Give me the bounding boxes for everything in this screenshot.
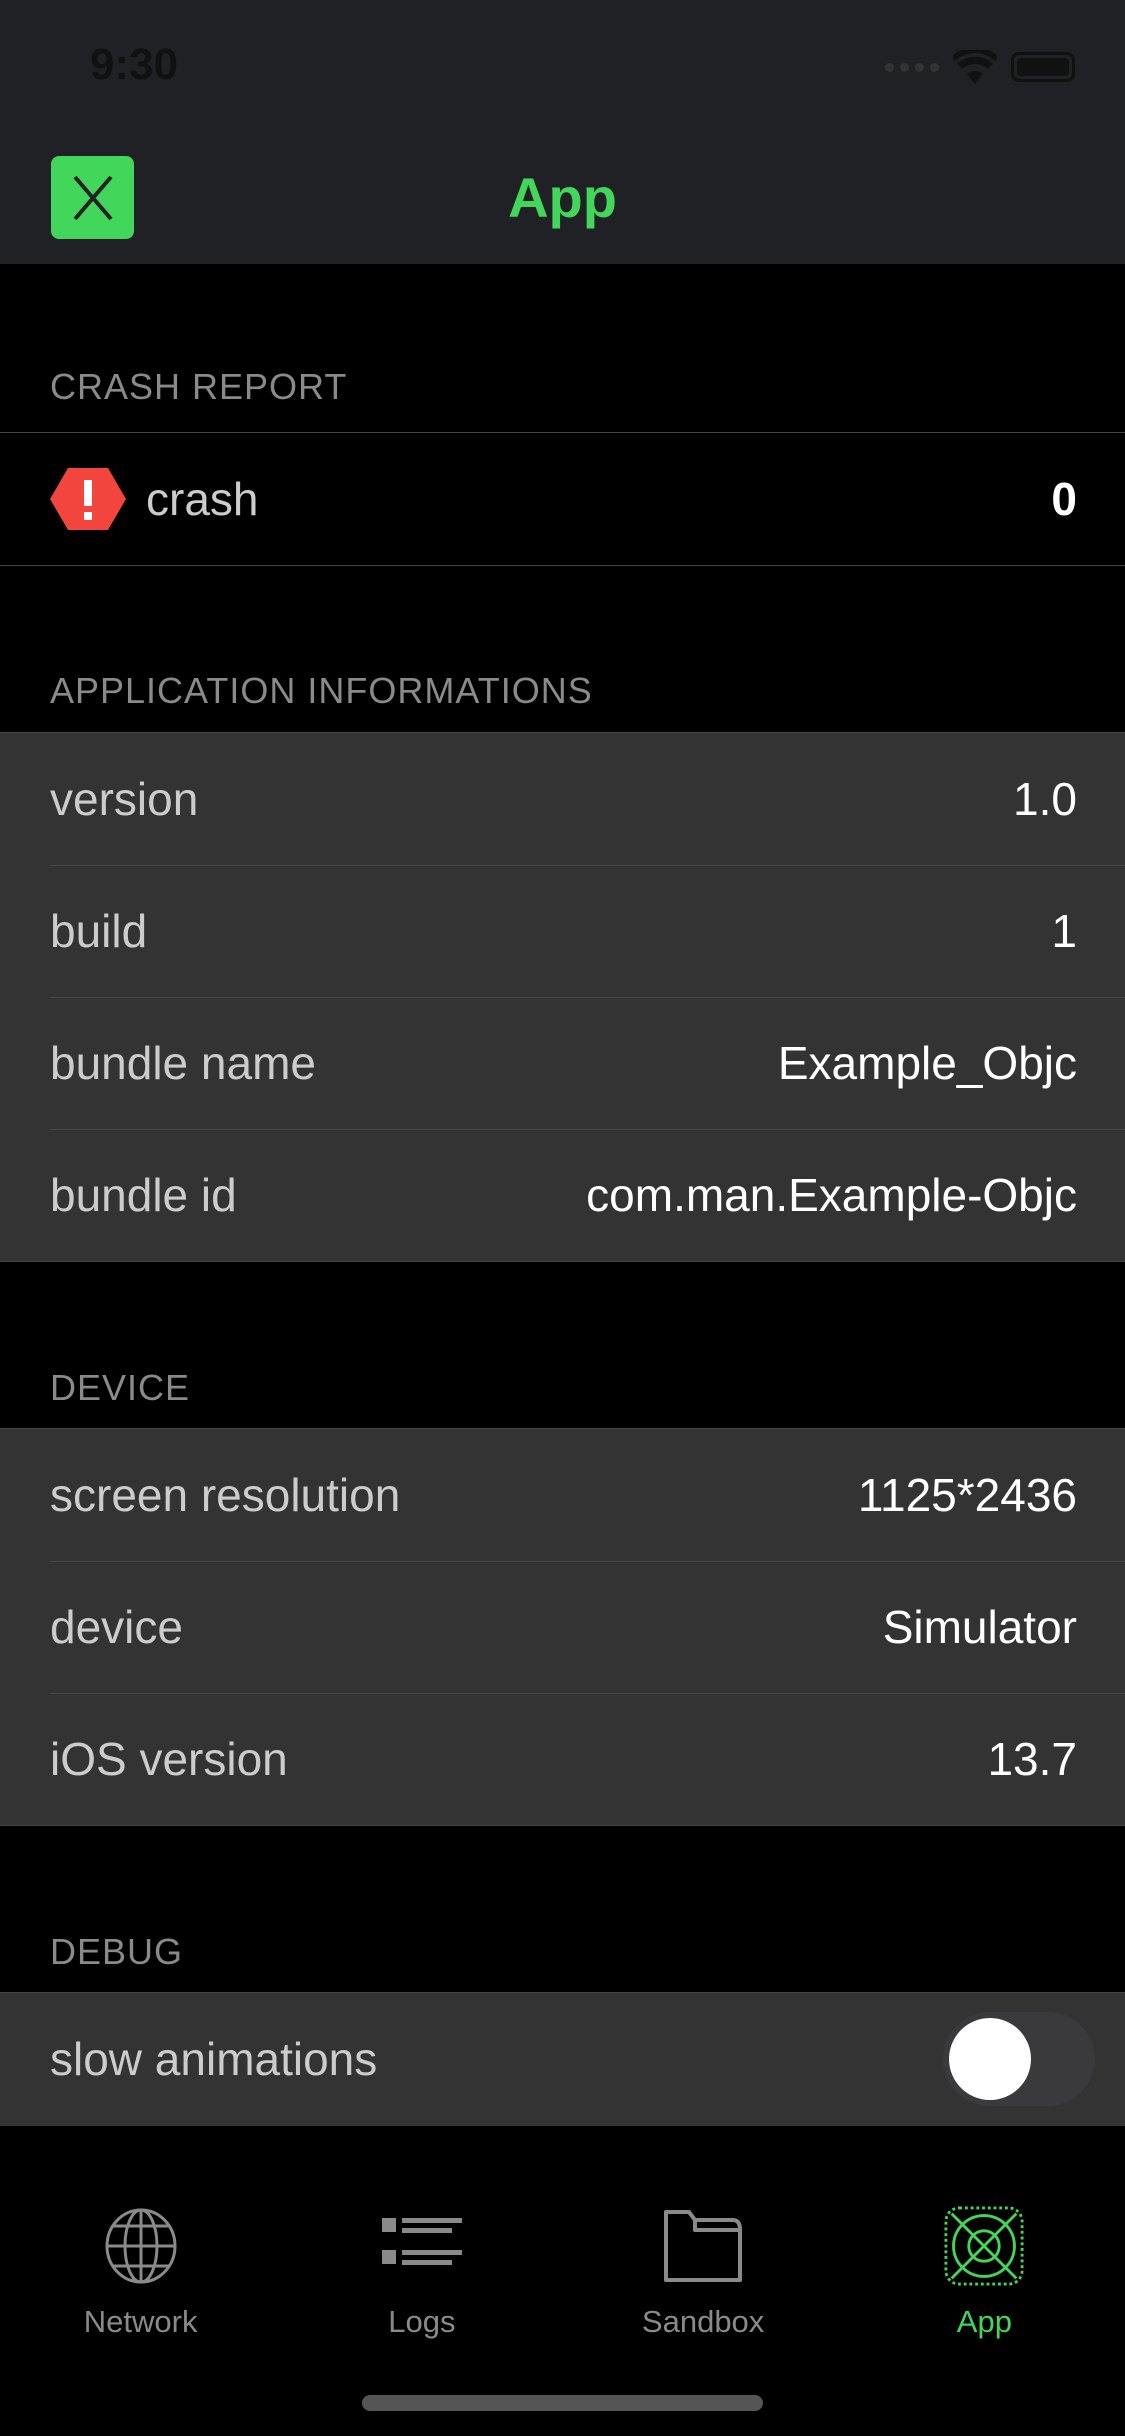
row-label: version <box>50 773 199 825</box>
tab-logs[interactable]: Logs <box>281 2126 562 2436</box>
app-info-group: version 1.0 build 1 bundle name Example_Obj… <box>0 732 1125 1262</box>
tab-label: Network <box>83 2304 198 2339</box>
device-row-ios-version: iOS version 13.7 <box>0 1693 1125 1825</box>
row-value: Example_Objc <box>777 1037 1077 1089</box>
tab-label: App <box>956 2304 1012 2339</box>
row-value: 1125*2436 <box>857 1469 1077 1521</box>
row-value: com.man.Example-Objc <box>586 1169 1077 1221</box>
crash-label: crash <box>146 473 259 525</box>
info-row-bundle-id: bundle id com.man.Example-Objc <box>0 1129 1125 1261</box>
tab-network[interactable]: Network <box>0 2126 281 2436</box>
tab-label: Sandbox <box>641 2304 765 2339</box>
section-header-debug: DEBUG <box>50 1931 184 1972</box>
debug-row-slow-animations: slow animations <box>0 1993 1125 2125</box>
row-label: device <box>50 1601 183 1653</box>
debug-group: slow animations <box>0 1992 1125 2126</box>
section-header-device: DEVICE <box>50 1367 191 1408</box>
section-header-crash-report: CRASH REPORT <box>50 366 348 407</box>
crash-warning-icon <box>50 468 126 530</box>
folder-icon <box>664 2210 743 2282</box>
tab-bar: Network Logs Sandbox App <box>0 2124 1125 2436</box>
status-icons <box>885 50 1075 84</box>
crash-count: 0 <box>1051 473 1077 525</box>
row-value: 1 <box>1051 905 1077 957</box>
tab-app[interactable]: App <box>844 2126 1125 2436</box>
row-label: build <box>50 905 148 957</box>
navigation-header: 9:30 App <box>0 0 1125 264</box>
row-label: bundle name <box>50 1037 316 1089</box>
info-row-bundle-name: bundle name Example_Objc <box>0 997 1125 1129</box>
row-label: slow animations <box>50 2033 378 2085</box>
info-row-version: version 1.0 <box>0 733 1125 865</box>
info-row-build: build 1 <box>0 865 1125 997</box>
row-value: Simulator <box>882 1601 1077 1653</box>
device-row-device: device Simulator <box>0 1561 1125 1693</box>
device-row-resolution: screen resolution 1125*2436 <box>0 1429 1125 1561</box>
section-header-app-info: APPLICATION INFORMATIONS <box>50 670 593 711</box>
row-value: 1.0 <box>1013 773 1077 825</box>
row-label: bundle id <box>50 1169 237 1221</box>
row-value: 13.7 <box>987 1733 1077 1785</box>
crash-group: crash 0 <box>0 432 1125 566</box>
wifi-icon <box>953 50 997 84</box>
crash-row[interactable]: crash 0 <box>0 433 1125 565</box>
row-label: screen resolution <box>50 1469 401 1521</box>
device-group: screen resolution 1125*2436 device Simulat… <box>0 1428 1125 1826</box>
toggle-knob <box>949 2018 1031 2100</box>
status-time: 9:30 <box>90 40 179 89</box>
tab-sandbox[interactable]: Sandbox <box>563 2126 844 2436</box>
page-title: App <box>508 166 617 229</box>
signal-icon <box>885 62 939 72</box>
home-indicator[interactable] <box>362 2395 763 2411</box>
tab-label: Logs <box>388 2304 456 2339</box>
app-icon <box>944 2206 1024 2286</box>
row-label: iOS version <box>50 1733 288 1785</box>
globe-icon <box>105 2208 177 2284</box>
battery-icon <box>1011 52 1075 82</box>
slow-animations-toggle[interactable] <box>943 2012 1095 2106</box>
list-icon <box>381 2218 462 2265</box>
